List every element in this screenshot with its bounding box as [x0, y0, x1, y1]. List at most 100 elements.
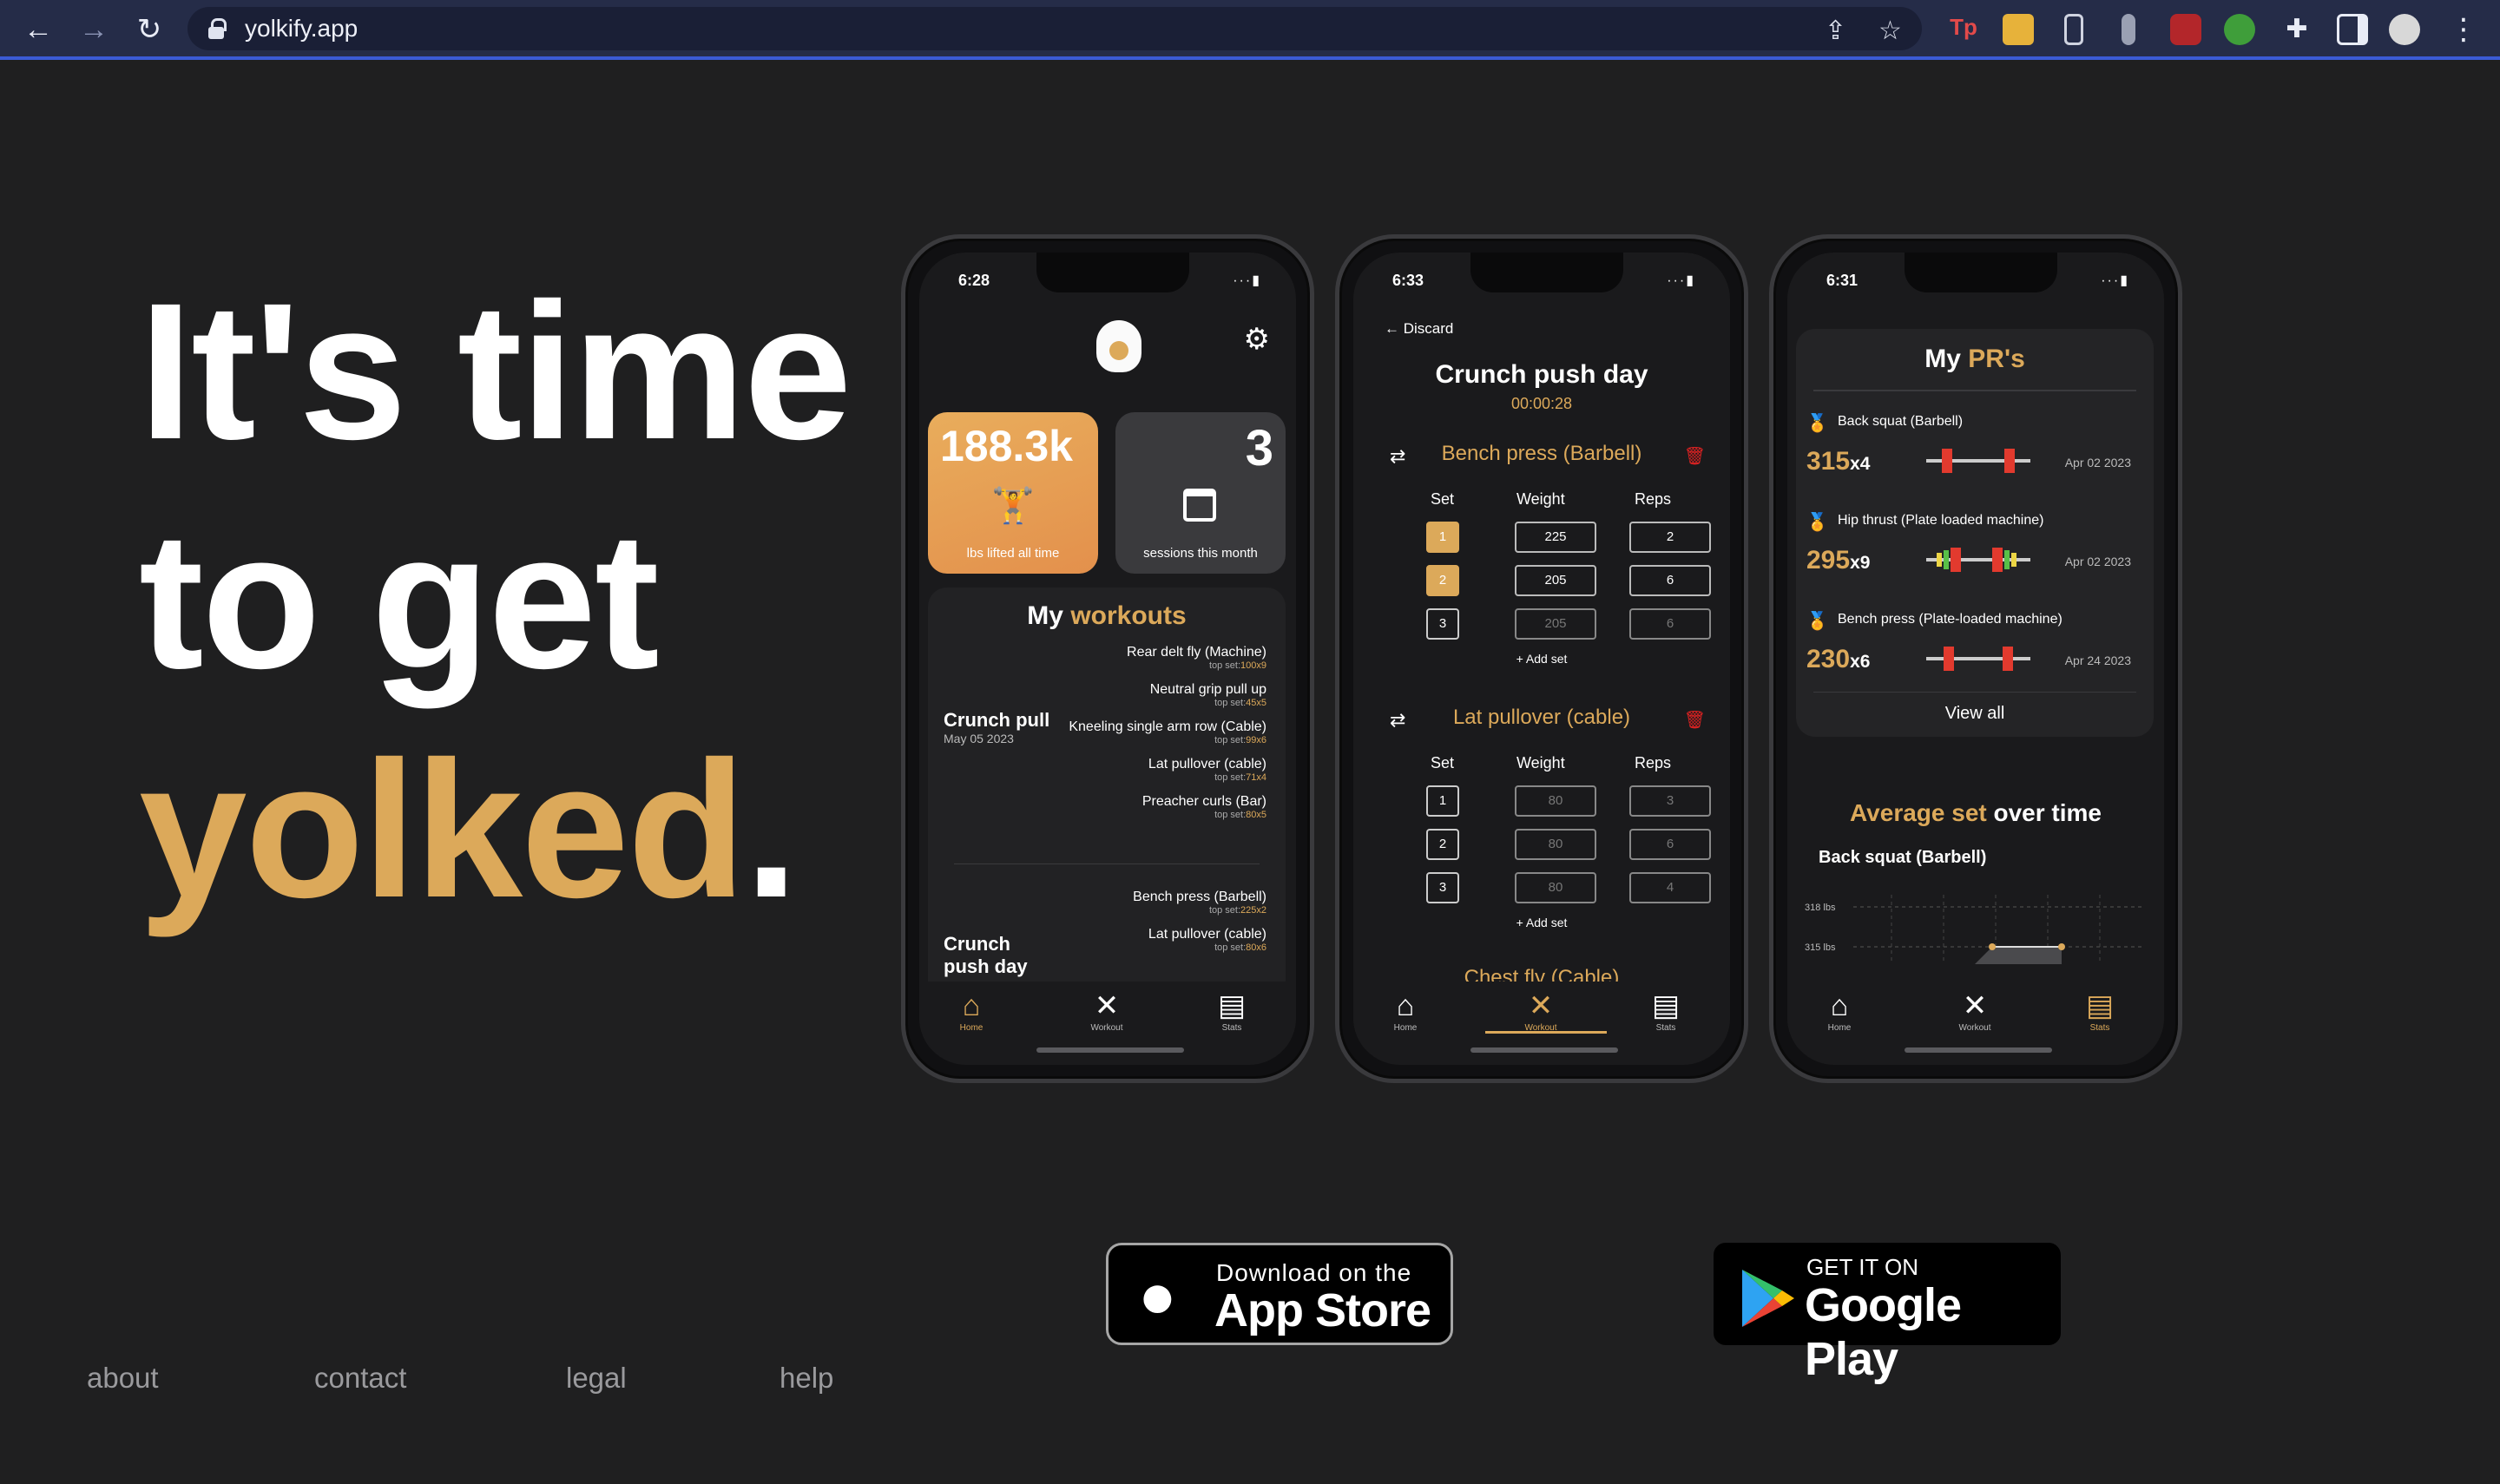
reps-input[interactable]: 2 — [1629, 522, 1711, 553]
tab-home[interactable]: ⌂ Home — [1796, 988, 1883, 1033]
home-icon: ⌂ — [1830, 989, 1849, 1022]
extension-bottle-icon[interactable] — [2122, 14, 2135, 45]
col-weight: Weight — [1516, 754, 1565, 772]
reps-input[interactable]: 4 — [1629, 872, 1711, 903]
y-tick-label: 315 lbs — [1805, 942, 1836, 953]
tab-home[interactable]: ⌂ Home — [928, 988, 1015, 1033]
reps-input[interactable]: 3 — [1629, 785, 1711, 817]
col-set: Set — [1431, 490, 1455, 508]
gear-icon[interactable]: ⚙ — [1244, 322, 1270, 357]
weight-input[interactable]: 80 — [1515, 785, 1596, 817]
dumbbell-icon: ✕ — [1528, 989, 1554, 1022]
pr-card: My PR's 🏅 Back squat (Barbell) 315x4 Apr… — [1796, 329, 2154, 737]
set-checkbox[interactable]: 2 — [1426, 565, 1459, 596]
set-checkbox[interactable]: 3 — [1426, 608, 1459, 640]
exercise-name[interactable]: Lat pullover (cable) — [1353, 706, 1730, 730]
tab-home[interactable]: ⌂ Home — [1362, 988, 1449, 1033]
extension-device-icon[interactable] — [2064, 14, 2083, 45]
set-checkbox[interactable]: 1 — [1426, 785, 1459, 817]
add-set-button[interactable]: + Add set — [1353, 916, 1730, 929]
reload-icon[interactable]: ↻ — [132, 12, 167, 47]
extension-ublock-icon[interactable] — [2170, 14, 2201, 45]
back-arrow-icon[interactable]: ← — [21, 12, 56, 47]
footer-link-contact[interactable]: contact — [314, 1362, 406, 1395]
workout-2[interactable]: Crunch push day — [944, 933, 1039, 978]
footer-link-help[interactable]: help — [780, 1362, 833, 1395]
pr-title: My PR's — [1924, 345, 2025, 373]
set-checkbox[interactable]: 3 — [1426, 872, 1459, 903]
extension-notes-icon[interactable] — [2003, 14, 2034, 45]
footer-link-legal[interactable]: legal — [566, 1362, 627, 1395]
google-play-badge[interactable]: GET IT ON Google Play — [1714, 1243, 2061, 1385]
discard-button[interactable]: ← Discard — [1385, 320, 1453, 338]
trash-icon[interactable]: 🗑 — [1684, 709, 1706, 731]
tab-bar: ⌂ Home ✕ Workout ▤ Stats — [919, 982, 1296, 1047]
set-row: 1 225 2 — [1426, 522, 1721, 553]
active-tab-indicator — [1485, 1031, 1607, 1034]
hero-headline: It's time to get yolked. — [139, 257, 852, 944]
weight-input[interactable]: 225 — [1515, 522, 1596, 553]
tab-bar: ⌂ Home ✕ Workout ▤ Stats — [1353, 982, 1730, 1047]
col-weight: Weight — [1516, 490, 1565, 508]
exercise-name[interactable]: Bench press (Barbell) — [1353, 442, 1730, 466]
status-icons: ···▮ — [1667, 273, 1695, 288]
workout-1[interactable]: Crunch pull May 05 2023 — [944, 709, 1065, 745]
app-store-badge[interactable]: ● Download on the App Store — [1106, 1243, 1453, 1345]
exercise-row: Neutral grip pull up top set:45x5 — [1149, 682, 1266, 708]
tab-workout[interactable]: ✕ Workout — [1931, 988, 2018, 1033]
address-bar[interactable]: yolkify.app ⇪ ☆ — [188, 7, 1922, 50]
forward-arrow-icon[interactable]: → — [76, 12, 111, 47]
reps-input[interactable]: 6 — [1629, 829, 1711, 860]
share-icon[interactable]: ⇪ — [1825, 16, 1846, 46]
extensions-puzzle-icon[interactable]: ✚ — [2281, 14, 2312, 45]
set-checkbox[interactable]: 1 — [1426, 522, 1459, 553]
status-time: 6:28 — [958, 272, 990, 289]
hero-line-2: to get — [139, 492, 660, 709]
calendar-icon — [1183, 489, 1216, 522]
extension-tree-icon[interactable] — [2224, 14, 2255, 45]
phone-home-screenshot: 6:28 ···▮ ⚙ 188.3k 🏋 lbs lifted all time… — [901, 234, 1314, 1083]
view-all-link[interactable]: View all — [1796, 704, 2154, 724]
pr-row[interactable]: 🏅 Back squat (Barbell) 315x4 Apr 02 2023 — [1796, 402, 2154, 496]
lifted-card[interactable]: 188.3k 🏋 lbs lifted all time — [928, 412, 1098, 574]
footer-link-about[interactable]: about — [87, 1362, 159, 1395]
tab-workout[interactable]: ✕ Workout — [1497, 988, 1584, 1033]
avatar[interactable] — [2389, 14, 2420, 45]
menu-kebab-icon[interactable]: ⋮ — [2446, 12, 2481, 47]
tab-stats[interactable]: ▤ Stats — [1622, 988, 1709, 1033]
pr-row[interactable]: 🏅 Hip thrust (Plate loaded machine) 295x… — [1796, 501, 2154, 594]
reps-input[interactable]: 6 — [1629, 565, 1711, 596]
sessions-label: sessions this month — [1143, 546, 1258, 561]
home-indicator — [1036, 1047, 1184, 1053]
tab-stats[interactable]: ▤ Stats — [1188, 988, 1275, 1033]
trash-icon[interactable]: 🗑 — [1684, 445, 1706, 467]
medal-icon: 🏅 — [1806, 513, 1828, 532]
add-set-button[interactable]: + Add set — [1353, 652, 1730, 666]
tab-stats[interactable]: ▤ Stats — [2056, 988, 2143, 1033]
bookmark-star-icon[interactable]: ☆ — [1878, 16, 1902, 46]
weight-input[interactable]: 205 — [1515, 565, 1596, 596]
dumbbell-icon: ✕ — [1094, 989, 1120, 1022]
sessions-value: 3 — [1245, 420, 1273, 476]
weight-input[interactable]: 205 — [1515, 608, 1596, 640]
status-time: 6:31 — [1826, 272, 1859, 289]
exercise-row: Bench press (Barbell) top set:225x2 — [1133, 890, 1266, 916]
url-text[interactable]: yolkify.app — [245, 15, 358, 43]
weight-input[interactable]: 80 — [1515, 872, 1596, 903]
home-icon: ⌂ — [962, 989, 981, 1022]
weight-input[interactable]: 80 — [1515, 829, 1596, 860]
side-panel-icon[interactable] — [2337, 14, 2368, 45]
exercise-row: Rear delt fly (Machine) top set:100x9 — [1127, 645, 1266, 671]
sessions-card[interactable]: 3 sessions this month — [1115, 412, 1286, 574]
extension-tp-icon[interactable]: Tp — [1948, 14, 1979, 45]
stats-icon: ▤ — [1217, 989, 1247, 1022]
exercise-row: Lat pullover (cable) top set:71x4 — [1148, 757, 1266, 783]
set-row: 2 205 6 — [1426, 565, 1721, 596]
pr-row[interactable]: 🏅 Bench press (Plate-loaded machine) 230… — [1796, 600, 2154, 693]
reps-input[interactable]: 6 — [1629, 608, 1711, 640]
set-checkbox[interactable]: 2 — [1426, 829, 1459, 860]
lifted-label: lbs lifted all time — [966, 546, 1060, 561]
tab-workout[interactable]: ✕ Workout — [1063, 988, 1150, 1033]
col-set: Set — [1431, 754, 1455, 772]
set-row: 3 205 6 — [1426, 608, 1721, 640]
